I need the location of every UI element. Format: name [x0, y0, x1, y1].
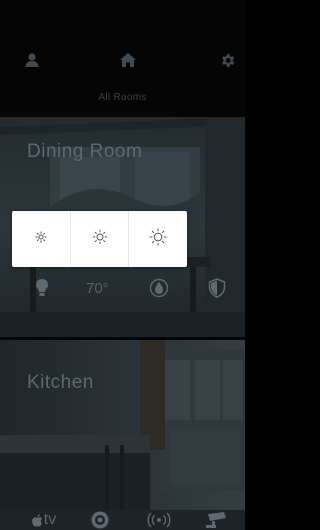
bright-light-button[interactable] [129, 211, 187, 267]
kitchen-photo [0, 340, 245, 530]
camera-icon[interactable] [203, 509, 229, 530]
medium-icon [92, 229, 108, 250]
medium-light-button[interactable] [71, 211, 130, 267]
room-name: Dining Room [27, 141, 143, 162]
light-icon[interactable] [32, 275, 52, 301]
gear-icon[interactable] [216, 49, 238, 71]
status-bar [0, 0, 245, 18]
security-icon[interactable] [206, 275, 228, 301]
room-card-kitchen[interactable]: Kitchen tv [0, 340, 245, 530]
dim-icon [34, 230, 48, 249]
light-level-popover [12, 211, 187, 267]
dim-light-button[interactable] [12, 211, 71, 267]
temperature-value[interactable]: 70° [86, 280, 109, 297]
room-controls: 70° [0, 275, 245, 305]
page-title: All Rooms [98, 92, 147, 103]
music-icon[interactable] [89, 509, 111, 530]
tv-label: tv [43, 511, 57, 528]
shades-icon[interactable] [148, 275, 170, 301]
home-icon[interactable] [117, 49, 139, 71]
radio-icon[interactable] [145, 509, 173, 530]
room-name: Kitchen [27, 372, 94, 393]
top-bar: All Rooms [0, 0, 245, 117]
room-controls: tv [0, 508, 245, 530]
apple-tv-icon[interactable]: tv [26, 509, 62, 530]
user-icon[interactable] [21, 49, 43, 71]
bright-icon [149, 228, 167, 251]
